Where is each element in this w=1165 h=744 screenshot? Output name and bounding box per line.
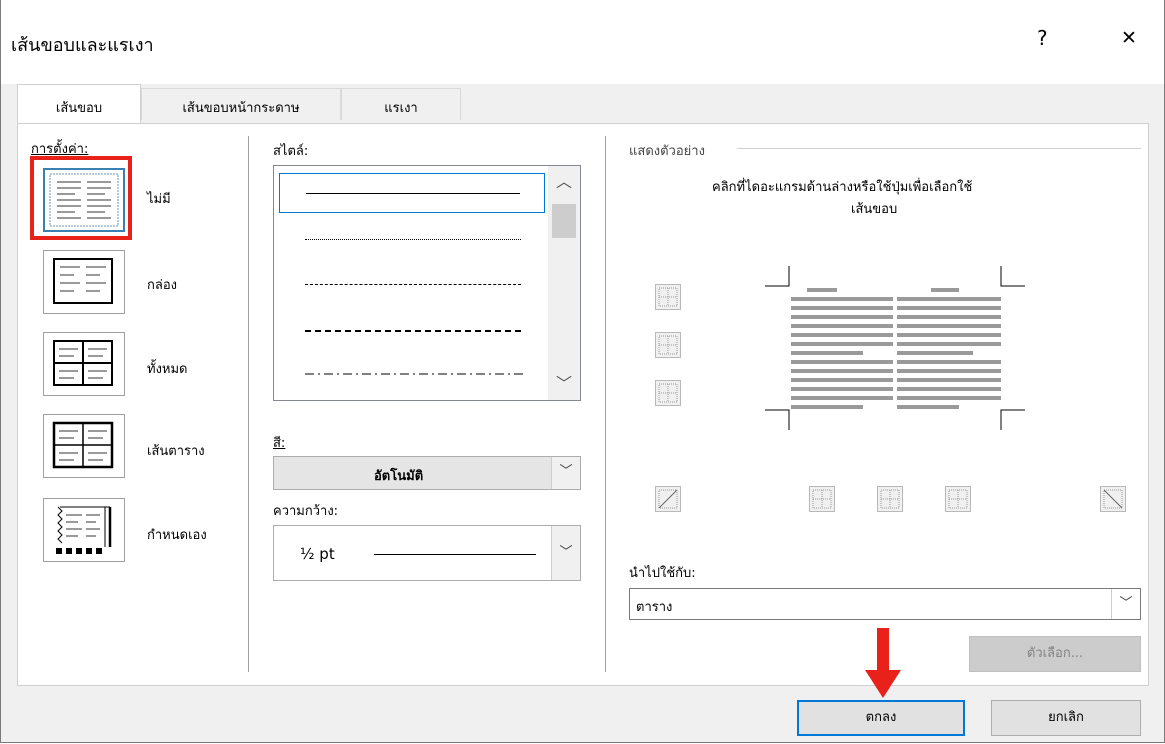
chevron-down-icon: ﹀: [551, 526, 580, 580]
solid-line-sample: [306, 193, 520, 194]
chevron-down-icon: ﹀: [1111, 589, 1140, 619]
setting-none-label: ไม่มี: [147, 192, 171, 207]
width-value: ½ pt: [300, 545, 335, 563]
bottom-border-button[interactable]: [655, 380, 681, 406]
title-bar: เส้นขอบและแรเงา ? ✕: [1, 0, 1164, 84]
apply-to-dropdown[interactable]: ตาราง ﹀: [629, 588, 1141, 620]
scroll-thumb[interactable]: [552, 204, 576, 238]
inside-horizontal-icon: [658, 335, 678, 355]
setting-custom-label: กำหนดเอง: [147, 528, 207, 543]
setting-box-label: กล่อง: [147, 278, 177, 293]
setting-grid-thumb[interactable]: [43, 414, 125, 478]
tab-page-border[interactable]: เส้นขอบหน้ากระดาษ: [141, 88, 341, 120]
setting-all-label: ทั้งหมด: [147, 362, 188, 377]
tab-shading[interactable]: แรเงา: [341, 88, 461, 120]
tab-shading-label: แรเงา: [384, 101, 418, 116]
separator-right: [605, 136, 606, 672]
tab-borders-label: เส้นขอบ: [55, 101, 103, 116]
tab-page-border-label: เส้นขอบหน้ากระดาษ: [182, 101, 300, 116]
red-arrow-icon: [865, 628, 901, 698]
setting-custom-thumb[interactable]: [43, 498, 125, 562]
inside-horizontal-button[interactable]: [655, 332, 681, 358]
style-label: สไตล์:: [273, 144, 309, 159]
color-value: อัตโนมัติ: [374, 469, 424, 484]
preview-diagram[interactable]: [763, 262, 1027, 434]
preview-label: แสดงตัวอย่าง: [629, 144, 705, 159]
grid-preview-icon: [52, 421, 114, 469]
dash-dot-line-item[interactable]: [305, 372, 523, 376]
chevron-down-icon: ﹀: [551, 457, 580, 489]
dotted-line-item[interactable]: [305, 239, 521, 240]
small-dash-line-item[interactable]: [305, 284, 521, 285]
separator-left: [248, 136, 249, 672]
setting-all-thumb[interactable]: [43, 332, 125, 396]
style-list[interactable]: ︿ ﹀: [273, 165, 581, 401]
right-border-icon: [948, 489, 968, 509]
preview-rule: [737, 148, 1141, 149]
inside-vertical-icon: [880, 489, 900, 509]
style-selected-item[interactable]: [279, 173, 545, 213]
close-button[interactable]: ✕: [1121, 27, 1137, 49]
diagonal-down-icon: [1103, 489, 1123, 509]
preview-hint-2: เส้นขอบ: [851, 202, 898, 217]
width-line-sample: [374, 554, 536, 555]
preview-hint-1: คลิกที่ไดอะแกรมด้านล่างหรือใช้ปุ่มเพื่อเ…: [712, 180, 973, 195]
highlight-box: [30, 156, 132, 240]
cancel-button[interactable]: ยกเลิก: [991, 700, 1141, 736]
tab-borders[interactable]: เส้นขอบ: [17, 84, 141, 124]
width-dropdown[interactable]: ½ pt ﹀: [273, 525, 581, 581]
custom-preview-icon: [56, 506, 112, 554]
style-scrollbar[interactable]: ︿ ﹀: [548, 166, 580, 400]
left-border-icon: [812, 489, 832, 509]
diagonal-down-button[interactable]: [1100, 486, 1126, 512]
color-dropdown[interactable]: อัตโนมัติ ﹀: [273, 456, 581, 490]
apply-to-value: ตาราง: [636, 600, 673, 615]
box-preview-icon: [53, 258, 113, 304]
inside-vertical-button[interactable]: [877, 486, 903, 512]
top-border-button[interactable]: [655, 284, 681, 310]
scroll-down-icon[interactable]: ﹀: [548, 368, 580, 400]
bottom-border-icon: [658, 383, 678, 403]
apply-to-label: นำไปใช้กับ:: [629, 566, 696, 581]
right-border-button[interactable]: [945, 486, 971, 512]
top-border-icon: [658, 287, 678, 307]
dialog-title: เส้นขอบและแรเงา: [11, 35, 154, 56]
color-label: สี:: [273, 436, 286, 451]
help-button[interactable]: ?: [1037, 26, 1048, 50]
left-border-button[interactable]: [809, 486, 835, 512]
dash-line-item[interactable]: [305, 330, 521, 332]
width-label: ความกว้าง:: [273, 504, 339, 519]
diagonal-up-button[interactable]: [655, 486, 681, 512]
options-button[interactable]: ตัวเลือก...: [969, 636, 1141, 672]
scroll-up-icon[interactable]: ︿: [548, 166, 580, 198]
borders-shading-dialog: เส้นขอบและแรเงา ? ✕ เส้นขอบ เส้นขอบหน้าก…: [0, 0, 1165, 743]
diagonal-up-icon: [658, 489, 678, 509]
setting-box-thumb[interactable]: [43, 250, 125, 314]
all-preview-icon: [53, 340, 113, 386]
ok-button[interactable]: ตกลง: [797, 700, 965, 736]
setting-grid-label: เส้นตาราง: [147, 444, 205, 459]
